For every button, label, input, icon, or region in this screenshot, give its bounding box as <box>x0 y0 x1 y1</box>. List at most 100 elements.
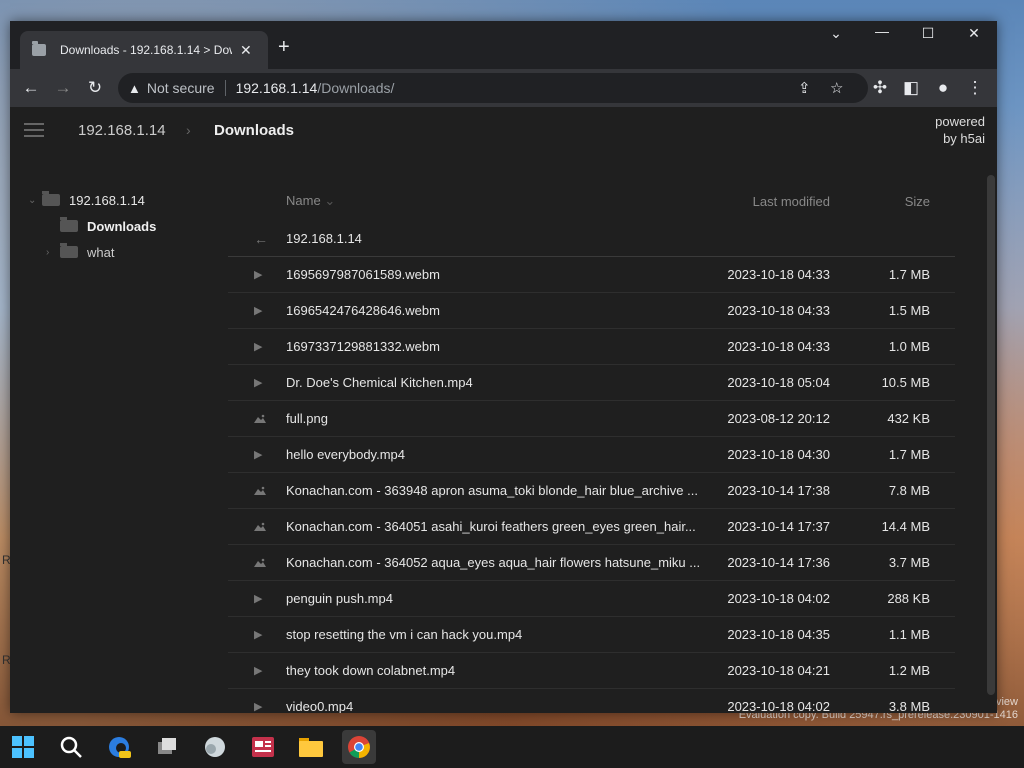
file-size: 10.5 MB <box>881 375 930 390</box>
file-row[interactable]: ▶ hello everybody.mp4 2023-10-18 04:30 1.7 … <box>228 437 955 473</box>
file-name: Konachan.com - 364051 asahi_kuroi feathe… <box>286 519 696 534</box>
file-size: 1.0 MB <box>888 339 930 354</box>
news-icon[interactable] <box>246 730 280 764</box>
file-date: 2023-10-14 17:37 <box>727 519 830 534</box>
file-size: 14.4 MB <box>881 519 930 534</box>
file-date: 2023-10-18 04:21 <box>727 663 830 678</box>
file-date: 2023-10-18 05:04 <box>727 375 830 390</box>
forward-icon[interactable]: → <box>52 78 74 98</box>
file-name: Dr. Doe's Chemical Kitchen.mp4 <box>286 375 473 390</box>
url-path: /Downloads/ <box>317 80 395 96</box>
share-icon[interactable]: ⇪ <box>798 79 811 97</box>
video-file-icon: ▶ <box>254 701 263 713</box>
file-date: 2023-10-18 04:33 <box>727 303 830 318</box>
minimize-button[interactable]: — <box>862 23 902 39</box>
tree-item-downloads[interactable]: Downloads <box>28 213 218 239</box>
video-file-icon: ▶ <box>254 305 263 317</box>
file-date: 2023-10-18 04:33 <box>727 267 830 282</box>
edge-beta-icon[interactable] <box>102 730 136 764</box>
h5ai-page: 192.168.1.14 › Downloads powered by h5ai… <box>10 107 997 713</box>
new-tab-button[interactable]: + <box>278 36 290 59</box>
file-row[interactable]: ▶ they took down colabnet.mp4 2023-10-18 0… <box>228 653 955 689</box>
hamburger-menu-icon[interactable] <box>24 123 44 141</box>
breadcrumb-root[interactable]: 192.168.1.14 <box>78 122 166 139</box>
powered-by[interactable]: powered by h5ai <box>935 113 985 147</box>
tree-item-label: 192.168.1.14 <box>69 192 145 208</box>
folder-tree: ⌄ 192.168.1.14 Downloads › what <box>28 187 218 265</box>
reload-icon[interactable]: ↻ <box>84 78 106 98</box>
task-view-icon[interactable] <box>150 730 184 764</box>
file-date: 2023-08-12 20:12 <box>727 411 830 426</box>
file-name: 1697337129881332.webm <box>286 339 440 354</box>
browser-tab[interactable]: Downloads - 192.168.1.14 > Downloads ✕ <box>20 31 268 69</box>
parent-folder-row[interactable]: ← 192.168.1.14 <box>228 221 955 257</box>
browser-window: Downloads - 192.168.1.14 > Downloads ✕ +… <box>10 21 997 713</box>
chevron-right-icon[interactable]: › <box>46 247 60 258</box>
file-name: 1695697987061589.webm <box>286 267 440 282</box>
profile-icon[interactable]: ● <box>932 78 954 98</box>
file-row[interactable]: ▶ video0.mp4 2023-10-18 04:02 3.8 MB <box>228 689 955 713</box>
video-file-icon: ▶ <box>254 269 263 281</box>
security-label[interactable]: Not secure <box>147 80 215 96</box>
column-name[interactable]: Name ⌄ <box>286 193 335 209</box>
file-size: 1.5 MB <box>888 303 930 318</box>
scrollbar[interactable] <box>987 175 995 695</box>
start-icon[interactable] <box>6 730 40 764</box>
file-date: 2023-10-18 04:02 <box>727 699 830 713</box>
close-tab-icon[interactable]: ✕ <box>240 42 252 59</box>
tab-search-icon[interactable]: ⌄ <box>816 25 856 42</box>
file-row[interactable]: Konachan.com - 363948 apron asuma_toki b… <box>228 473 955 509</box>
file-row[interactable]: ▶ Dr. Doe's Chemical Kitchen.mp4 2023-10-1… <box>228 365 955 401</box>
breadcrumb-current[interactable]: Downloads <box>214 122 294 139</box>
close-window-button[interactable]: ✕ <box>954 25 994 42</box>
file-row[interactable]: Konachan.com - 364052 aqua_eyes aqua_hai… <box>228 545 955 581</box>
extensions-icon[interactable]: ✣ <box>869 78 891 98</box>
file-row[interactable]: Konachan.com - 364051 asahi_kuroi feathe… <box>228 509 955 545</box>
menu-icon[interactable]: ⋮ <box>964 78 986 98</box>
image-file-icon <box>254 558 266 567</box>
image-file-icon <box>254 486 266 495</box>
file-row[interactable]: ▶ 1695697987061589.webm 2023-10-18 04:33 1.… <box>228 257 955 293</box>
file-size: 1.7 MB <box>888 267 930 282</box>
tree-item-root[interactable]: ⌄ 192.168.1.14 <box>28 187 218 213</box>
column-last-modified[interactable]: Last modified <box>728 194 830 209</box>
warning-icon[interactable]: ▲ <box>128 81 141 96</box>
video-file-icon: ▶ <box>254 449 263 461</box>
file-date: 2023-10-14 17:36 <box>727 555 830 570</box>
file-size: 7.8 MB <box>888 483 930 498</box>
sort-chevron-icon: ⌄ <box>324 193 336 208</box>
file-size: 1.2 MB <box>888 663 930 678</box>
file-row[interactable]: ▶ 1697337129881332.webm 2023-10-18 04:33 1.… <box>228 329 955 365</box>
back-icon[interactable]: ← <box>20 78 42 98</box>
folder-icon <box>42 191 60 206</box>
file-row[interactable]: ▶ 1696542476428646.webm 2023-10-18 04:33 1.… <box>228 293 955 329</box>
parent-folder-label: 192.168.1.14 <box>286 231 362 246</box>
chrome-icon[interactable] <box>342 730 376 764</box>
url-host: 192.168.1.14 <box>235 80 318 96</box>
search-icon[interactable] <box>54 730 88 764</box>
file-size: 3.8 MB <box>888 699 930 713</box>
folder-icon <box>32 41 46 56</box>
file-row[interactable]: ▶ stop resetting the vm i can hack you.mp… <box>228 617 955 653</box>
tree-item-label: what <box>87 244 115 260</box>
file-row[interactable]: ▶ penguin push.mp4 2023-10-18 04:02 288 KB <box>228 581 955 617</box>
file-date: 2023-10-18 04:30 <box>727 447 830 462</box>
omnibox-separator <box>224 80 226 96</box>
video-file-icon: ▶ <box>254 593 263 605</box>
chevron-down-icon[interactable]: ⌄ <box>28 195 42 206</box>
video-file-icon: ▶ <box>254 341 263 353</box>
maximize-button[interactable]: ☐ <box>908 25 948 42</box>
file-name: full.png <box>286 411 328 426</box>
weather-icon[interactable] <box>198 730 232 764</box>
bookmark-star-icon[interactable]: ☆ <box>830 79 843 97</box>
tab-title: Downloads - 192.168.1.14 > Downloads <box>60 43 232 57</box>
file-explorer-icon[interactable] <box>294 730 328 764</box>
folder-icon <box>60 243 78 258</box>
side-panel-icon[interactable]: ◧ <box>900 78 922 98</box>
address-bar[interactable]: ▲ Not secure 192.168.1.14 /Downloads/ ⇪ … <box>118 73 868 103</box>
tree-item-what[interactable]: › what <box>28 239 218 265</box>
column-size[interactable]: Size <box>848 194 930 209</box>
file-row[interactable]: full.png 2023-08-12 20:12 432 KB <box>228 401 955 437</box>
taskbar <box>0 726 1024 768</box>
file-name: penguin push.mp4 <box>286 591 393 606</box>
